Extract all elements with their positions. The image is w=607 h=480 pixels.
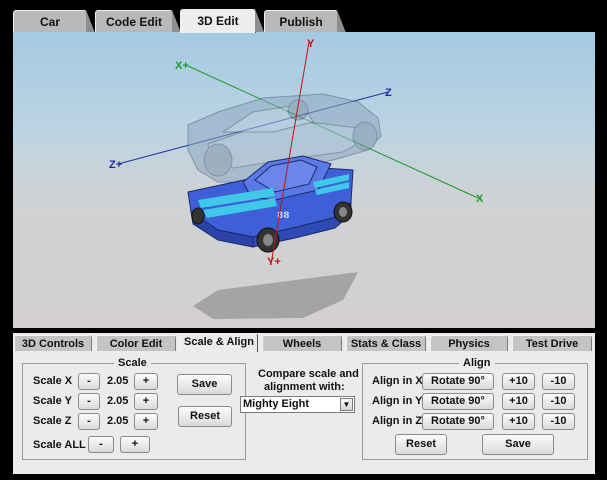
tab-scale-align[interactable]: Scale & Align (180, 333, 258, 352)
scale-z-minus-button[interactable]: - (78, 413, 100, 430)
tab-3d-edit[interactable]: 3D Edit (180, 9, 264, 33)
scale-y-plus-button[interactable]: + (134, 393, 158, 410)
tab-physics[interactable]: Physics (430, 335, 508, 351)
scale-y-value: 2.05 (107, 395, 129, 407)
align-y-minus10-button[interactable]: -10 (542, 393, 575, 410)
scale-y-minus-button[interactable]: - (78, 393, 100, 410)
scale-x-minus-button[interactable]: - (78, 373, 100, 390)
car-shadow (193, 272, 358, 319)
compare-label-line2: alignment with: (264, 381, 345, 393)
tab-car[interactable]: Car (13, 10, 95, 33)
align-z-plus10-button[interactable]: +10 (502, 413, 535, 430)
align-save-button[interactable]: Save (482, 434, 554, 455)
tab-stats-class[interactable]: Stats & Class (346, 335, 426, 351)
compare-car-selected: Mighty Eight (243, 398, 309, 410)
tab-color-edit[interactable]: Color Edit (96, 335, 176, 351)
tab-wheels[interactable]: Wheels (262, 335, 342, 351)
align-group-title: Align (459, 357, 495, 369)
align-y-label: Align in Y (372, 395, 423, 407)
align-y-rotate-button[interactable]: Rotate 90° (422, 393, 494, 410)
y-axis-label: Y (307, 38, 315, 50)
y-plus-axis-label: Y+ (267, 256, 281, 268)
tab-code-edit[interactable]: Code Edit (95, 10, 181, 33)
3d-scene: 88 X+ X Y Y+ Z Z+ (109, 38, 484, 319)
scale-x-label: Scale X (33, 375, 73, 387)
scale-x-plus-button[interactable]: + (134, 373, 158, 390)
scale-group-title: Scale (114, 357, 151, 369)
scale-all-label: Scale ALL (33, 439, 86, 451)
align-x-rotate-button[interactable]: Rotate 90° (422, 373, 494, 390)
tab-3d-controls[interactable]: 3D Controls (14, 335, 92, 351)
compare-car-select[interactable]: Mighty Eight ▼ (240, 396, 355, 413)
scale-x-value: 2.05 (107, 375, 129, 387)
scale-z-label: Scale Z (33, 415, 72, 427)
3d-viewport[interactable]: 88 X+ X Y Y+ Z Z+ (13, 32, 595, 328)
align-x-label: Align in X (372, 375, 423, 387)
scale-save-button[interactable]: Save (177, 374, 232, 395)
scale-z-plus-button[interactable]: + (134, 413, 158, 430)
scale-all-plus-button[interactable]: + (120, 436, 150, 453)
align-x-minus10-button[interactable]: -10 (542, 373, 575, 390)
scale-all-minus-button[interactable]: - (88, 436, 114, 453)
z-plus-axis-label: Z+ (109, 159, 122, 171)
z-axis-label: Z (385, 87, 392, 99)
align-y-plus10-button[interactable]: +10 (502, 393, 535, 410)
x-plus-axis-label: X+ (175, 60, 189, 72)
align-z-label: Align in Z (372, 415, 423, 427)
align-z-minus10-button[interactable]: -10 (542, 413, 575, 430)
scale-y-label: Scale Y (33, 395, 72, 407)
align-reset-button[interactable]: Reset (395, 434, 447, 455)
scale-reset-button[interactable]: Reset (178, 406, 232, 427)
align-x-plus10-button[interactable]: +10 (502, 373, 535, 390)
scale-z-value: 2.05 (107, 415, 129, 427)
tab-publish[interactable]: Publish (264, 10, 346, 33)
x-axis-label: X (476, 193, 484, 205)
chevron-down-icon[interactable]: ▼ (340, 398, 353, 411)
align-z-rotate-button[interactable]: Rotate 90° (422, 413, 494, 430)
tab-test-drive[interactable]: Test Drive (512, 335, 592, 351)
